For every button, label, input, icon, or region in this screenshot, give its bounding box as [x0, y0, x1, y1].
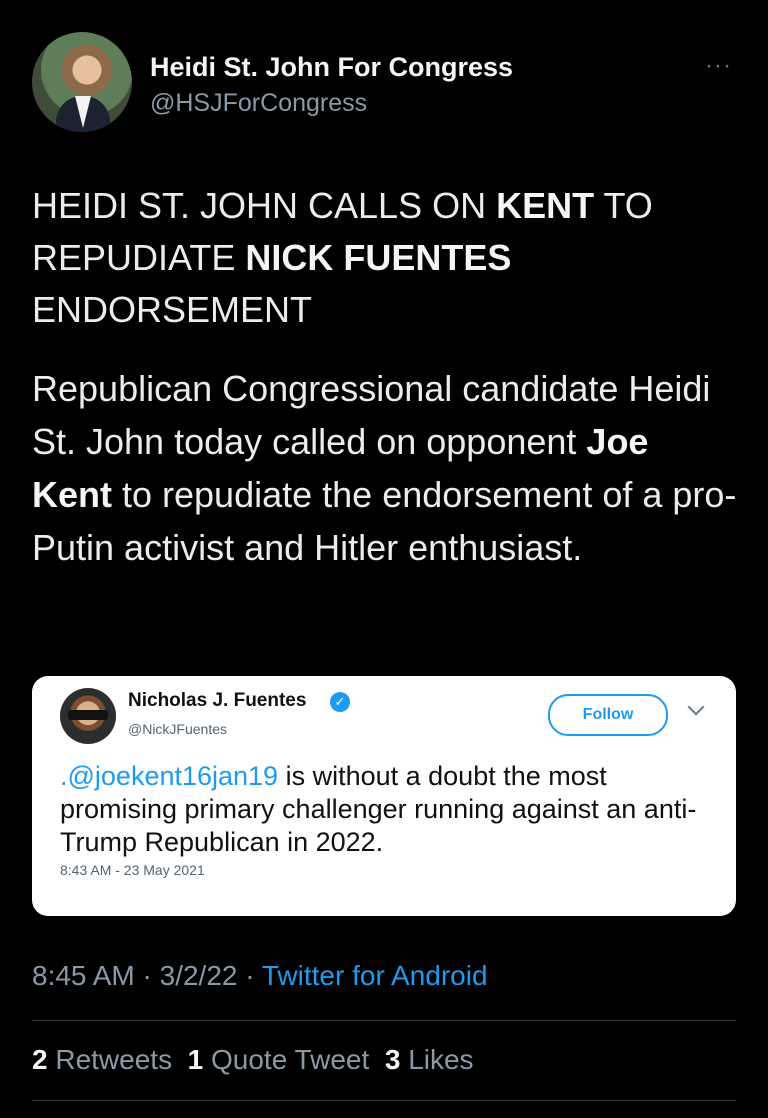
quote-tweets-count[interactable]: 1 [188, 1044, 204, 1075]
engagement-stats: 2 Retweets 1 Quote Tweet 3 Likes [32, 1044, 474, 1076]
tweet-body: Republican Congressional candidate Heidi… [32, 362, 738, 574]
tweet-date[interactable]: 3/2/22 [160, 960, 238, 991]
divider [32, 1100, 736, 1101]
meta-separator: · [245, 960, 255, 991]
tweet-headline: HEIDI ST. JOHN CALLS ON KENT TO REPUDIAT… [32, 180, 738, 336]
headline-part3: ENDORSEMENT [32, 289, 313, 330]
retweets-label[interactable]: Retweets [55, 1044, 172, 1075]
more-options-icon[interactable]: ··· [705, 52, 732, 80]
author-handle[interactable]: @HSJForCongress [150, 89, 367, 118]
tweet-header: Heidi St. John For Congress @HSJForCongr… [32, 32, 736, 136]
tweet-source-link[interactable]: Twitter for Android [262, 960, 488, 991]
quote-tweets-label[interactable]: Quote Tweet [211, 1044, 369, 1075]
headline-bold1: KENT [496, 185, 595, 226]
avatar-sunglasses-shape [68, 710, 108, 720]
meta-separator: · [142, 960, 152, 991]
headline-bold2: NICK FUENTES [245, 237, 512, 278]
author-avatar[interactable] [32, 32, 132, 132]
body-part2: to repudiate the endorsement of a pro-Pu… [32, 474, 737, 568]
headline-part1: HEIDI ST. JOHN CALLS ON [32, 185, 497, 226]
quoted-timestamp[interactable]: 8:43 AM - 23 May 2021 [60, 862, 205, 878]
divider [32, 1020, 736, 1021]
quoted-tweet-card[interactable]: Nicholas J. Fuentes ✓ @NickJFuentes Foll… [32, 676, 736, 916]
tweet-time[interactable]: 8:45 AM [32, 960, 135, 991]
chevron-down-icon[interactable] [687, 698, 705, 716]
likes-count[interactable]: 3 [385, 1044, 401, 1075]
retweets-count[interactable]: 2 [32, 1044, 48, 1075]
quoted-tweet-text: .@joekent16jan19 is without a doubt the … [60, 760, 700, 859]
quoted-author-handle[interactable]: @NickJFuentes [128, 721, 227, 737]
verified-badge-icon: ✓ [330, 692, 350, 712]
quoted-author-avatar[interactable] [60, 688, 116, 744]
quoted-author-name[interactable]: Nicholas J. Fuentes [128, 690, 306, 712]
mention-link[interactable]: .@joekent16jan19 [60, 761, 278, 791]
tweet-metadata: 8:45 AM · 3/2/22 · Twitter for Android [32, 960, 488, 992]
likes-label[interactable]: Likes [408, 1044, 473, 1075]
follow-button[interactable]: Follow [548, 694, 668, 736]
author-display-name[interactable]: Heidi St. John For Congress [150, 52, 513, 83]
